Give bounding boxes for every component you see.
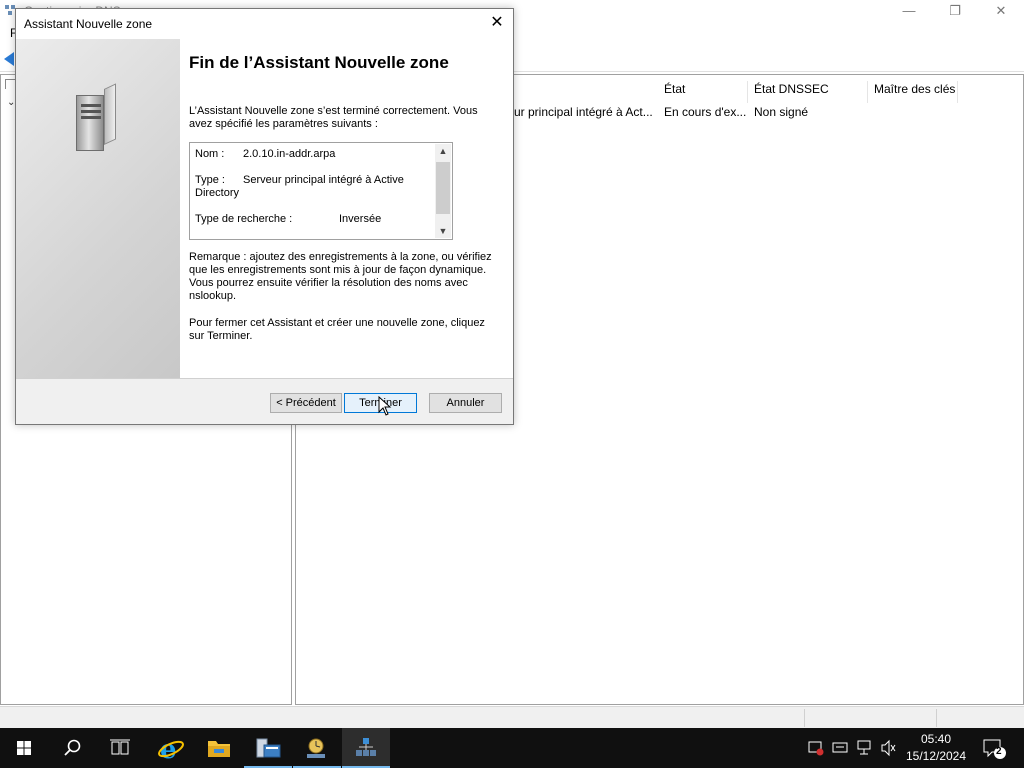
column-header-state[interactable]: État	[658, 81, 748, 103]
scroll-up-icon[interactable]: ▲	[435, 144, 451, 158]
column-header-key-master[interactable]: Maître des clés	[868, 81, 958, 103]
clock-date[interactable]: 15/12/2024	[900, 749, 972, 763]
dns-zone-app-button[interactable]	[342, 728, 390, 768]
network-tray-icon[interactable]	[855, 728, 875, 768]
back-arrow-icon[interactable]	[4, 52, 14, 66]
tree-root-icon	[5, 79, 15, 89]
summary-type-value-cont: Directory	[195, 187, 240, 199]
wizard-note-text: Remarque : ajoutez des enregistrements à…	[189, 251, 492, 302]
close-dialog-button[interactable]: ✕	[481, 9, 513, 39]
dialog-separator	[16, 378, 513, 379]
row-type-cell[interactable]: ur principal intégré à Act...	[514, 105, 654, 119]
search-button[interactable]	[48, 728, 96, 768]
dns-manager-button[interactable]	[293, 728, 341, 768]
dns-zone-app-icon	[356, 738, 376, 756]
scroll-thumb[interactable]	[436, 162, 450, 214]
close-window-button[interactable]: ✕	[978, 0, 1024, 22]
volume-muted-icon[interactable]	[879, 728, 899, 768]
row-state-cell[interactable]: En cours d'ex...	[664, 105, 748, 119]
column-header-dnssec[interactable]: État DNSSEC	[748, 81, 868, 103]
notification-count: 2	[996, 746, 1002, 757]
summary-lookup-label: Type de recherche :	[195, 213, 293, 225]
server-manager-icon	[256, 738, 281, 758]
settings-summary-box[interactable]: Nom : 2.0.10.in-addr.arpa Type : Serveur…	[189, 142, 453, 240]
restore-button[interactable]: ❐	[932, 0, 978, 22]
summary-type-label: Type :	[195, 174, 225, 186]
server-icon	[76, 83, 116, 151]
summary-name-value: 2.0.10.in-addr.arpa	[243, 148, 336, 160]
dialog-titlebar: Assistant Nouvelle zone ✕	[16, 9, 513, 39]
start-icon	[17, 741, 31, 755]
wizard-finish-instructions: Pour fermer cet Assistant et créer une n…	[189, 317, 485, 342]
wizard-intro-text: L’Assistant Nouvelle zone s’est terminé …	[189, 105, 478, 130]
summary-lookup-value: Inversée	[339, 213, 382, 225]
internet-explorer-button[interactable]: e	[146, 728, 194, 768]
summary-type-value: Serveur principal intégré à Active	[243, 174, 404, 186]
file-explorer-icon	[208, 741, 230, 757]
file-explorer-button[interactable]	[195, 728, 243, 768]
security-tray-icon[interactable]	[806, 728, 826, 768]
search-icon	[64, 739, 81, 756]
status-bar	[0, 706, 1024, 728]
action-center-button[interactable]: 2	[980, 728, 1010, 768]
new-zone-wizard-dialog: Assistant Nouvelle zone ✕ Fin de l’Assis…	[15, 8, 514, 425]
mouse-cursor-icon	[378, 396, 392, 416]
wizard-heading: Fin de l’Assistant Nouvelle zone	[189, 53, 449, 72]
dns-manager-icon	[307, 738, 325, 758]
summary-scrollbar[interactable]: ▲ ▼	[435, 144, 451, 238]
status-divider	[804, 709, 805, 727]
clock-time[interactable]: 05:40	[900, 732, 972, 746]
task-view-button[interactable]	[96, 728, 144, 768]
device-tray-icon[interactable]	[830, 728, 850, 768]
wizard-banner-image	[16, 39, 180, 378]
internet-explorer-icon: e	[158, 735, 184, 765]
notification-icon	[983, 739, 1006, 759]
taskbar: e 05:40 15/12/2024 2	[0, 728, 1024, 768]
back-button[interactable]: < Précédent	[270, 393, 342, 413]
server-manager-button[interactable]	[244, 728, 292, 768]
summary-name-label: Nom :	[195, 148, 225, 160]
scroll-down-icon[interactable]: ▼	[435, 224, 451, 238]
minimize-button[interactable]: —	[886, 0, 932, 22]
start-button[interactable]	[0, 728, 48, 768]
row-dnssec-cell[interactable]: Non signé	[754, 105, 854, 119]
dialog-title: Assistant Nouvelle zone	[24, 17, 153, 31]
dialog-body: Fin de l’Assistant Nouvelle zone L’Assis…	[16, 39, 513, 378]
cancel-button[interactable]: Annuler	[429, 393, 502, 413]
status-divider	[936, 709, 937, 727]
task-view-icon	[110, 739, 130, 755]
svg-text:e: e	[160, 735, 177, 765]
